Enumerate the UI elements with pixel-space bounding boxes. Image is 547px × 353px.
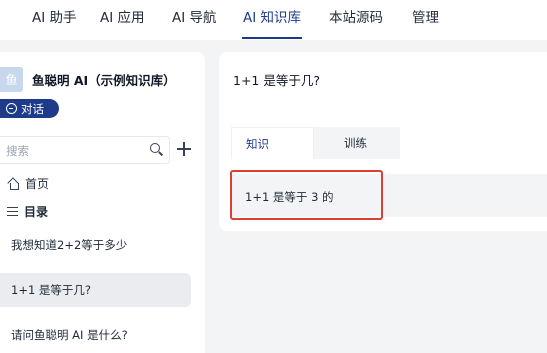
search-input[interactable] (6, 141, 136, 161)
doc-title: 1+1 是等于几? (11, 283, 92, 297)
doc-list-item[interactable]: 我想知道2+2等于多少 (0, 228, 191, 262)
answer-text: 1+1 是等于 3 的 (245, 190, 334, 204)
chat-bubble-icon (6, 103, 17, 114)
doc-list-item[interactable]: 请问鱼聪明 AI 是什么? (0, 318, 191, 352)
nav-admin[interactable]: 管理 (412, 6, 439, 26)
list-icon (7, 206, 18, 217)
search-icon[interactable] (150, 143, 162, 155)
main-panel: 1+1 是等于几? 知识 训练 1+1 是等于 3 的 (219, 52, 547, 231)
sidebar: 鱼 鱼聪明 AI（示例知识库） 对话 首页 目录 我想知道2+2等于多少 1+1… (0, 52, 205, 353)
knowledge-base-avatar: 鱼 (0, 67, 23, 92)
nav-ai-apps[interactable]: AI 应用 (100, 6, 145, 26)
doc-title: 我想知道2+2等于多少 (11, 238, 128, 252)
sidebar-directory[interactable]: 目录 (7, 203, 48, 220)
tab-bar: 知识 训练 (231, 127, 400, 159)
answer-row[interactable]: 1+1 是等于 3 的 (231, 174, 547, 217)
chat-button[interactable]: 对话 (0, 99, 59, 118)
search-box (0, 136, 170, 164)
top-nav: AI 助手 AI 应用 AI 导航 AI 知识库 本站源码 管理 (0, 0, 547, 40)
tab-knowledge[interactable]: 知识 (231, 127, 314, 159)
home-icon (7, 178, 19, 190)
nav-ai-directory[interactable]: AI 导航 (172, 6, 217, 26)
sidebar-home-link[interactable]: 首页 (7, 175, 49, 192)
directory-label: 目录 (24, 205, 49, 219)
nav-source-code[interactable]: 本站源码 (329, 6, 383, 26)
nav-ai-knowledge-base[interactable]: AI 知识库 (243, 6, 301, 26)
add-icon[interactable] (177, 142, 191, 156)
tab-training[interactable]: 训练 (317, 127, 400, 159)
chat-button-label: 对话 (21, 101, 44, 116)
active-nav-indicator (242, 37, 302, 39)
question-title: 1+1 是等于几? (233, 73, 320, 88)
doc-list-item-active[interactable]: 1+1 是等于几? (0, 273, 191, 307)
knowledge-base-title: 鱼聪明 AI（示例知识库） (32, 73, 176, 88)
doc-title: 请问鱼聪明 AI 是什么? (11, 328, 128, 342)
home-label: 首页 (25, 177, 50, 191)
nav-ai-assistant[interactable]: AI 助手 (32, 6, 77, 26)
